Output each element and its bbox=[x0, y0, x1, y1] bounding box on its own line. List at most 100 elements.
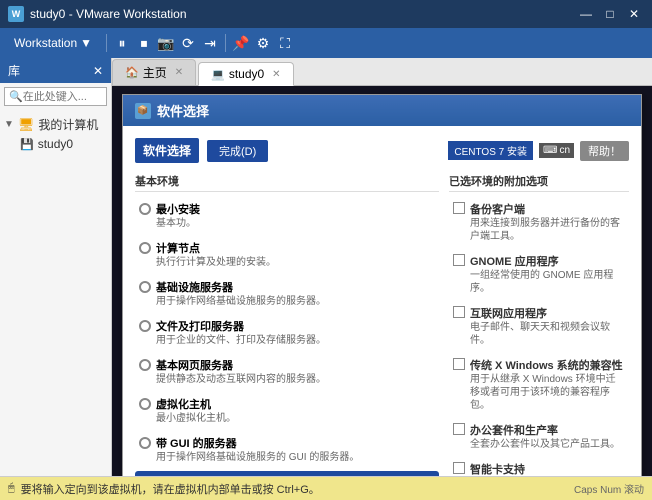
content-area: 🏠 主页 ✕ 💻 study0 ✕ 📦 软件选择 bbox=[112, 58, 652, 476]
statusbar: 🖱 要将输入定向到该虚拟机，请在虚拟机内部单击或按 Ctrl+G。 Caps N… bbox=[0, 476, 652, 500]
dropdown-icon: ▼ bbox=[80, 36, 92, 50]
environment-list: 最小安装 基本功。 计算节点 执行行计算及处理的安装。 bbox=[135, 198, 439, 476]
sidebar-tree-children: 💾 study0 bbox=[4, 135, 107, 153]
menubar: Workstation ▼ ⏸ ⏹ 📷 ⟳ ⇥ 📌 ⚙ ⛶ bbox=[0, 28, 652, 58]
tab-home-close[interactable]: ✕ bbox=[175, 67, 183, 78]
env-gui-label: 带 GUI 的服务器 bbox=[156, 435, 359, 451]
addon-smartcard-label: 智能卡支持 bbox=[470, 461, 580, 476]
checkbox-xcompat bbox=[453, 358, 465, 370]
env-gnome[interactable]: GNOME 桌面 GNOME 是一个非常直观且用户友好的桌面环境。 bbox=[135, 471, 439, 476]
snapshot-icon[interactable]: 📌 bbox=[230, 32, 252, 54]
env-web-label: 基本网页服务器 bbox=[156, 357, 326, 373]
app-icon: W bbox=[8, 6, 24, 22]
addon-office-label: 办公套件和生产率 bbox=[470, 422, 620, 438]
fullscreen-icon[interactable]: ⛶ bbox=[274, 32, 296, 54]
checkbox-smartcard bbox=[453, 462, 465, 474]
checkbox-gnome-apps bbox=[453, 254, 465, 266]
env-virt[interactable]: 虚拟化主机 最小虚拟化主机。 bbox=[135, 393, 439, 428]
env-minimal-desc: 基本功。 bbox=[156, 217, 200, 230]
addon-backup-label: 备份客户端 bbox=[470, 201, 625, 217]
dialog-header-row: 软件选择 完成(D) CENTOS 7 安装 ⌨ cn 帮助！ bbox=[135, 138, 629, 163]
workstation-label: Workstation bbox=[14, 36, 77, 50]
workstation-menu[interactable]: Workstation ▼ bbox=[4, 32, 102, 54]
addon-backup[interactable]: 备份客户端 用来连接到服务器并进行备份的客户端工具。 bbox=[449, 198, 629, 246]
centos-badge: CENTOS 7 安装 ⌨ cn 帮助！ bbox=[448, 141, 629, 161]
close-button[interactable]: ✕ bbox=[624, 4, 644, 24]
search-icon: 🔍 bbox=[9, 90, 23, 103]
tab-home[interactable]: 🏠 主页 ✕ bbox=[112, 59, 196, 85]
env-compute-desc: 执行行计算及处理的安装。 bbox=[156, 256, 276, 269]
right-section-title: 已选环境的附加选项 bbox=[449, 173, 629, 192]
addon-backup-desc: 用来连接到服务器并进行备份的客户端工具。 bbox=[470, 217, 625, 243]
env-virt-desc: 最小虚拟化主机。 bbox=[156, 412, 236, 425]
addon-gnome-apps[interactable]: GNOME 应用程序 一组经常使用的 GNOME 应用程序。 bbox=[449, 250, 629, 298]
screenshot-icon[interactable]: 📷 bbox=[155, 32, 177, 54]
my-computer-label: 我的计算机 bbox=[38, 116, 98, 133]
main-layout: 库 ✕ 🔍 ▼ 🖥 我的计算机 💾 study0 🏠 bbox=[0, 58, 652, 476]
radio-web bbox=[139, 359, 151, 371]
software-select-dialog: 📦 软件选择 软件选择 完成(D) CENTOS 7 安装 ⌨ bbox=[122, 94, 642, 476]
keyboard-status: Caps Num 滚动 bbox=[574, 481, 644, 496]
titlebar: W study0 - VMware Workstation — □ ✕ bbox=[0, 0, 652, 28]
dialog-title-icon: 📦 bbox=[135, 103, 151, 119]
dialog-title: 软件选择 bbox=[157, 101, 209, 120]
search-input[interactable] bbox=[23, 91, 93, 103]
tab-study0[interactable]: 💻 study0 ✕ bbox=[198, 62, 293, 86]
env-infra[interactable]: 基础设施服务器 用于操作网络基础设施服务的服务器。 bbox=[135, 276, 439, 311]
env-web-desc: 提供静态及动态互联网内容的服务器。 bbox=[156, 373, 326, 386]
env-gui[interactable]: 带 GUI 的服务器 用于操作网络基础设施服务的 GUI 的服务器。 bbox=[135, 432, 439, 467]
env-infra-desc: 用于操作网络基础设施服务的服务器。 bbox=[156, 295, 326, 308]
revert-icon[interactable]: ⟳ bbox=[177, 32, 199, 54]
addon-internet[interactable]: 互联网应用程序 电子邮件、聊天天和视频会议软件。 bbox=[449, 302, 629, 350]
env-file-label: 文件及打印服务器 bbox=[156, 318, 326, 334]
addon-xcompat[interactable]: 传统 X Windows 系统的兼容性 用于从继承 X Windows 环境中迁… bbox=[449, 354, 629, 415]
env-compute-label: 计算节点 bbox=[156, 240, 276, 256]
env-gui-desc: 用于操作网络基础设施服务的 GUI 的服务器。 bbox=[156, 451, 359, 464]
sidebar-tree: ▼ 🖥 我的计算机 💾 study0 bbox=[0, 110, 111, 157]
env-virt-label: 虚拟化主机 bbox=[156, 396, 236, 412]
radio-virt bbox=[139, 398, 151, 410]
sidebar-close-icon[interactable]: ✕ bbox=[93, 64, 103, 78]
sidebar-item-vm[interactable]: 💾 study0 bbox=[20, 135, 107, 153]
radio-file bbox=[139, 320, 151, 332]
left-column: 基本环境 最小安装 基本功。 bbox=[135, 173, 439, 476]
menu-separator-2 bbox=[225, 34, 226, 52]
env-compute[interactable]: 计算节点 执行行计算及处理的安装。 bbox=[135, 237, 439, 272]
folder-icon: 🖥 bbox=[18, 117, 35, 133]
vm-label: study0 bbox=[38, 137, 73, 151]
addon-office[interactable]: 办公套件和生产率 全套办公套件以及其它产品工具。 bbox=[449, 419, 629, 454]
addon-smartcard[interactable]: 智能卡支持 支持使用智能卡验证证。 bbox=[449, 458, 629, 476]
radio-gui bbox=[139, 437, 151, 449]
pause-icon[interactable]: ⏸ bbox=[111, 32, 133, 54]
expand-icon: ▼ bbox=[4, 119, 14, 130]
addon-internet-label: 互联网应用程序 bbox=[470, 305, 625, 321]
tab-study0-close[interactable]: ✕ bbox=[272, 69, 280, 80]
env-minimal[interactable]: 最小安装 基本功。 bbox=[135, 198, 439, 233]
window-title: study0 - VMware Workstation bbox=[30, 7, 576, 21]
radio-minimal bbox=[139, 203, 151, 215]
help-button[interactable]: 帮助！ bbox=[580, 141, 629, 161]
tab-study0-label: study0 bbox=[229, 67, 264, 81]
status-message: 要将输入定向到该虚拟机，请在虚拟机内部单击或按 Ctrl+G。 bbox=[21, 481, 320, 497]
minimize-button[interactable]: — bbox=[576, 4, 596, 24]
env-web[interactable]: 基本网页服务器 提供静态及动态互联网内容的服务器。 bbox=[135, 354, 439, 389]
software-select-badge: 软件选择 bbox=[135, 138, 199, 163]
cn-badge: ⌨ cn bbox=[539, 143, 574, 158]
sidebar-header: 库 ✕ bbox=[0, 58, 111, 83]
window-controls: — □ ✕ bbox=[576, 4, 644, 24]
complete-button[interactable]: 完成(D) bbox=[207, 140, 268, 162]
addon-xcompat-desc: 用于从继承 X Windows 环境中迁移或者可用于该环境的兼容程序包。 bbox=[470, 373, 625, 412]
maximize-button[interactable]: □ bbox=[600, 4, 620, 24]
stop-icon[interactable]: ⏹ bbox=[133, 32, 155, 54]
vm-tab-icon: 💻 bbox=[211, 68, 225, 81]
env-file[interactable]: 文件及打印服务器 用于企业的文件、打印及存储服务器。 bbox=[135, 315, 439, 350]
send-keys-icon[interactable]: ⇥ bbox=[199, 32, 221, 54]
env-minimal-label: 最小安装 bbox=[156, 201, 200, 217]
keyboard-icon: ⌨ bbox=[543, 145, 557, 156]
sidebar-item-my-computer[interactable]: ▼ 🖥 我的计算机 bbox=[4, 114, 107, 135]
checkbox-backup bbox=[453, 202, 465, 214]
settings-icon[interactable]: ⚙ bbox=[252, 32, 274, 54]
checkbox-internet bbox=[453, 306, 465, 318]
vm-content: 📦 软件选择 软件选择 完成(D) CENTOS 7 安装 ⌨ bbox=[112, 86, 652, 476]
addon-xcompat-label: 传统 X Windows 系统的兼容性 bbox=[470, 357, 625, 373]
